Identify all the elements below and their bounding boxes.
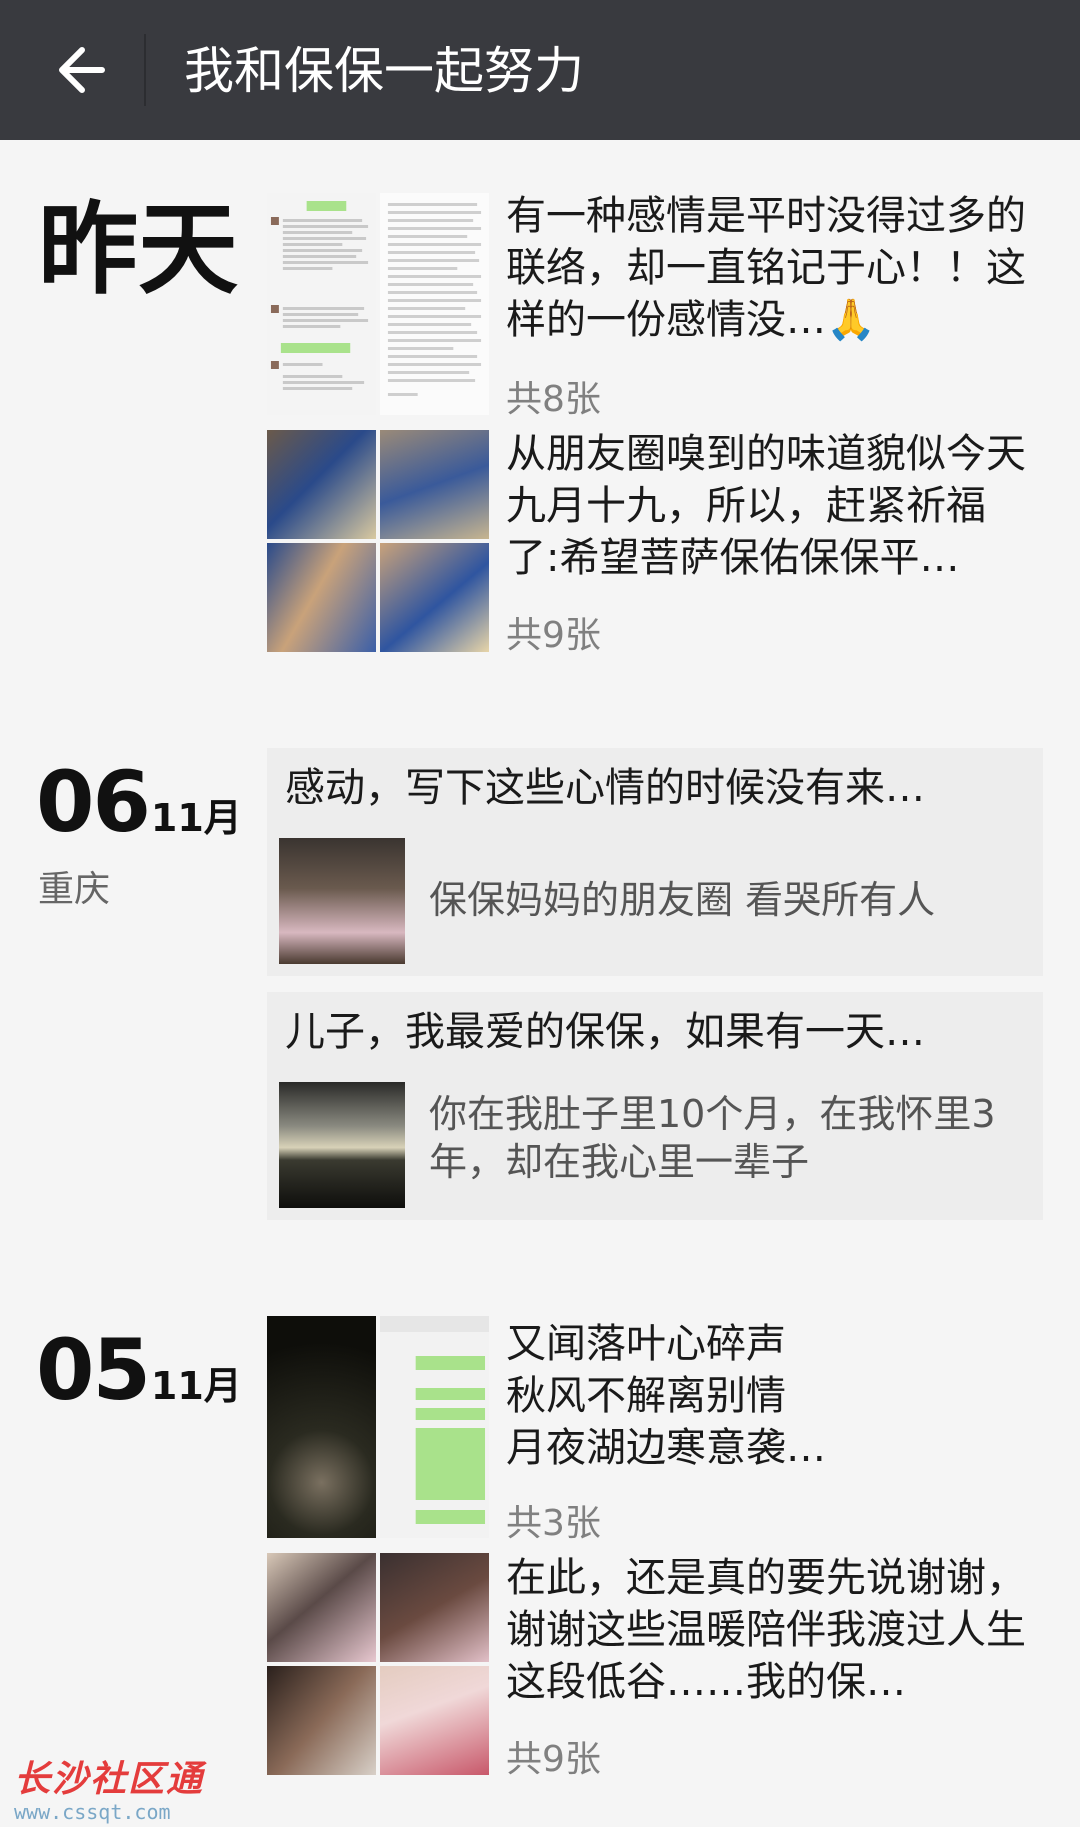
top-bar: 我和保保一起努力	[0, 0, 1080, 140]
post-photo-grid[interactable]	[267, 1553, 489, 1775]
watermark-url: www.cssqt.com	[14, 1800, 171, 1824]
photo-count: 共9张	[506, 1739, 601, 1780]
date-day: 0511月	[36, 1322, 242, 1434]
post-photo-grid[interactable]	[267, 193, 489, 415]
header-divider	[144, 34, 146, 106]
photo-thumbnail	[380, 193, 489, 415]
photo-thumbnail	[380, 1666, 489, 1775]
date-day-number: 05	[36, 1321, 151, 1419]
share-description: 保保妈妈的朋友圈 看哭所有人	[429, 878, 936, 922]
watermark-logo-text: 长沙社区通	[14, 1759, 205, 1800]
shared-link-card[interactable]: 儿子，我最爱的保保，如果有一天… 你在我肚子里10个月，在我怀里3年，却在我心里…	[267, 992, 1043, 1220]
photo-thumbnail	[267, 1316, 376, 1538]
photo-thumbnail	[267, 193, 376, 415]
photo-thumbnail	[267, 1666, 376, 1775]
location-label: 重庆	[38, 869, 111, 910]
share-title: 儿子，我最爱的保保，如果有一天…	[285, 1009, 925, 1055]
shared-link-card[interactable]: 感动，写下这些心情的时候没有来… 保保妈妈的朋友圈 看哭所有人	[267, 748, 1043, 976]
post-text[interactable]: 在此，还是真的要先说谢谢，谢谢这些温暖陪伴我渡过人生这段低谷……我的保…	[506, 1552, 1026, 1708]
photo-count: 共8张	[506, 379, 601, 420]
date-month: 11月	[150, 796, 242, 840]
post-text[interactable]: 从朋友圈嗅到的味道貌似今天九月十九，所以，赶紧祈福了:希望菩萨保佑保保平…	[506, 428, 1026, 584]
photo-thumbnail	[380, 1553, 489, 1662]
watermark: 长沙社区通 www.cssqt.com	[14, 1750, 204, 1824]
photo-thumbnail	[380, 1316, 489, 1538]
photo-thumbnail	[267, 543, 376, 652]
back-arrow-icon[interactable]	[40, 30, 120, 110]
photo-count: 共3张	[506, 1503, 601, 1544]
page-title: 我和保保一起努力	[184, 42, 584, 100]
photo-count: 共9张	[506, 615, 601, 656]
date-day: 0611月	[36, 754, 242, 866]
share-thumbnail	[279, 838, 405, 964]
post-text[interactable]: 有一种感情是平时没得过多的联络，却一直铭记于心！！这样的一份感情没…🙏	[506, 190, 1026, 346]
post-text[interactable]: 又闻落叶心碎声 秋风不解离别情 月夜湖边寒意袭…	[506, 1318, 1026, 1474]
photo-thumbnail	[267, 1553, 376, 1662]
date-yesterday: 昨天	[38, 191, 238, 308]
post-photo-grid[interactable]	[267, 430, 489, 652]
photo-thumbnail	[380, 543, 489, 652]
share-description: 你在我肚子里10个月，在我怀里3年，却在我心里一辈子	[429, 1092, 996, 1184]
photo-thumbnail	[380, 430, 489, 539]
share-thumbnail	[279, 1082, 405, 1208]
date-day-number: 06	[36, 753, 151, 851]
date-month: 11月	[150, 1364, 242, 1408]
share-title: 感动，写下这些心情的时候没有来…	[285, 765, 925, 811]
post-photo-grid[interactable]	[267, 1316, 489, 1538]
photo-thumbnail	[267, 430, 376, 539]
